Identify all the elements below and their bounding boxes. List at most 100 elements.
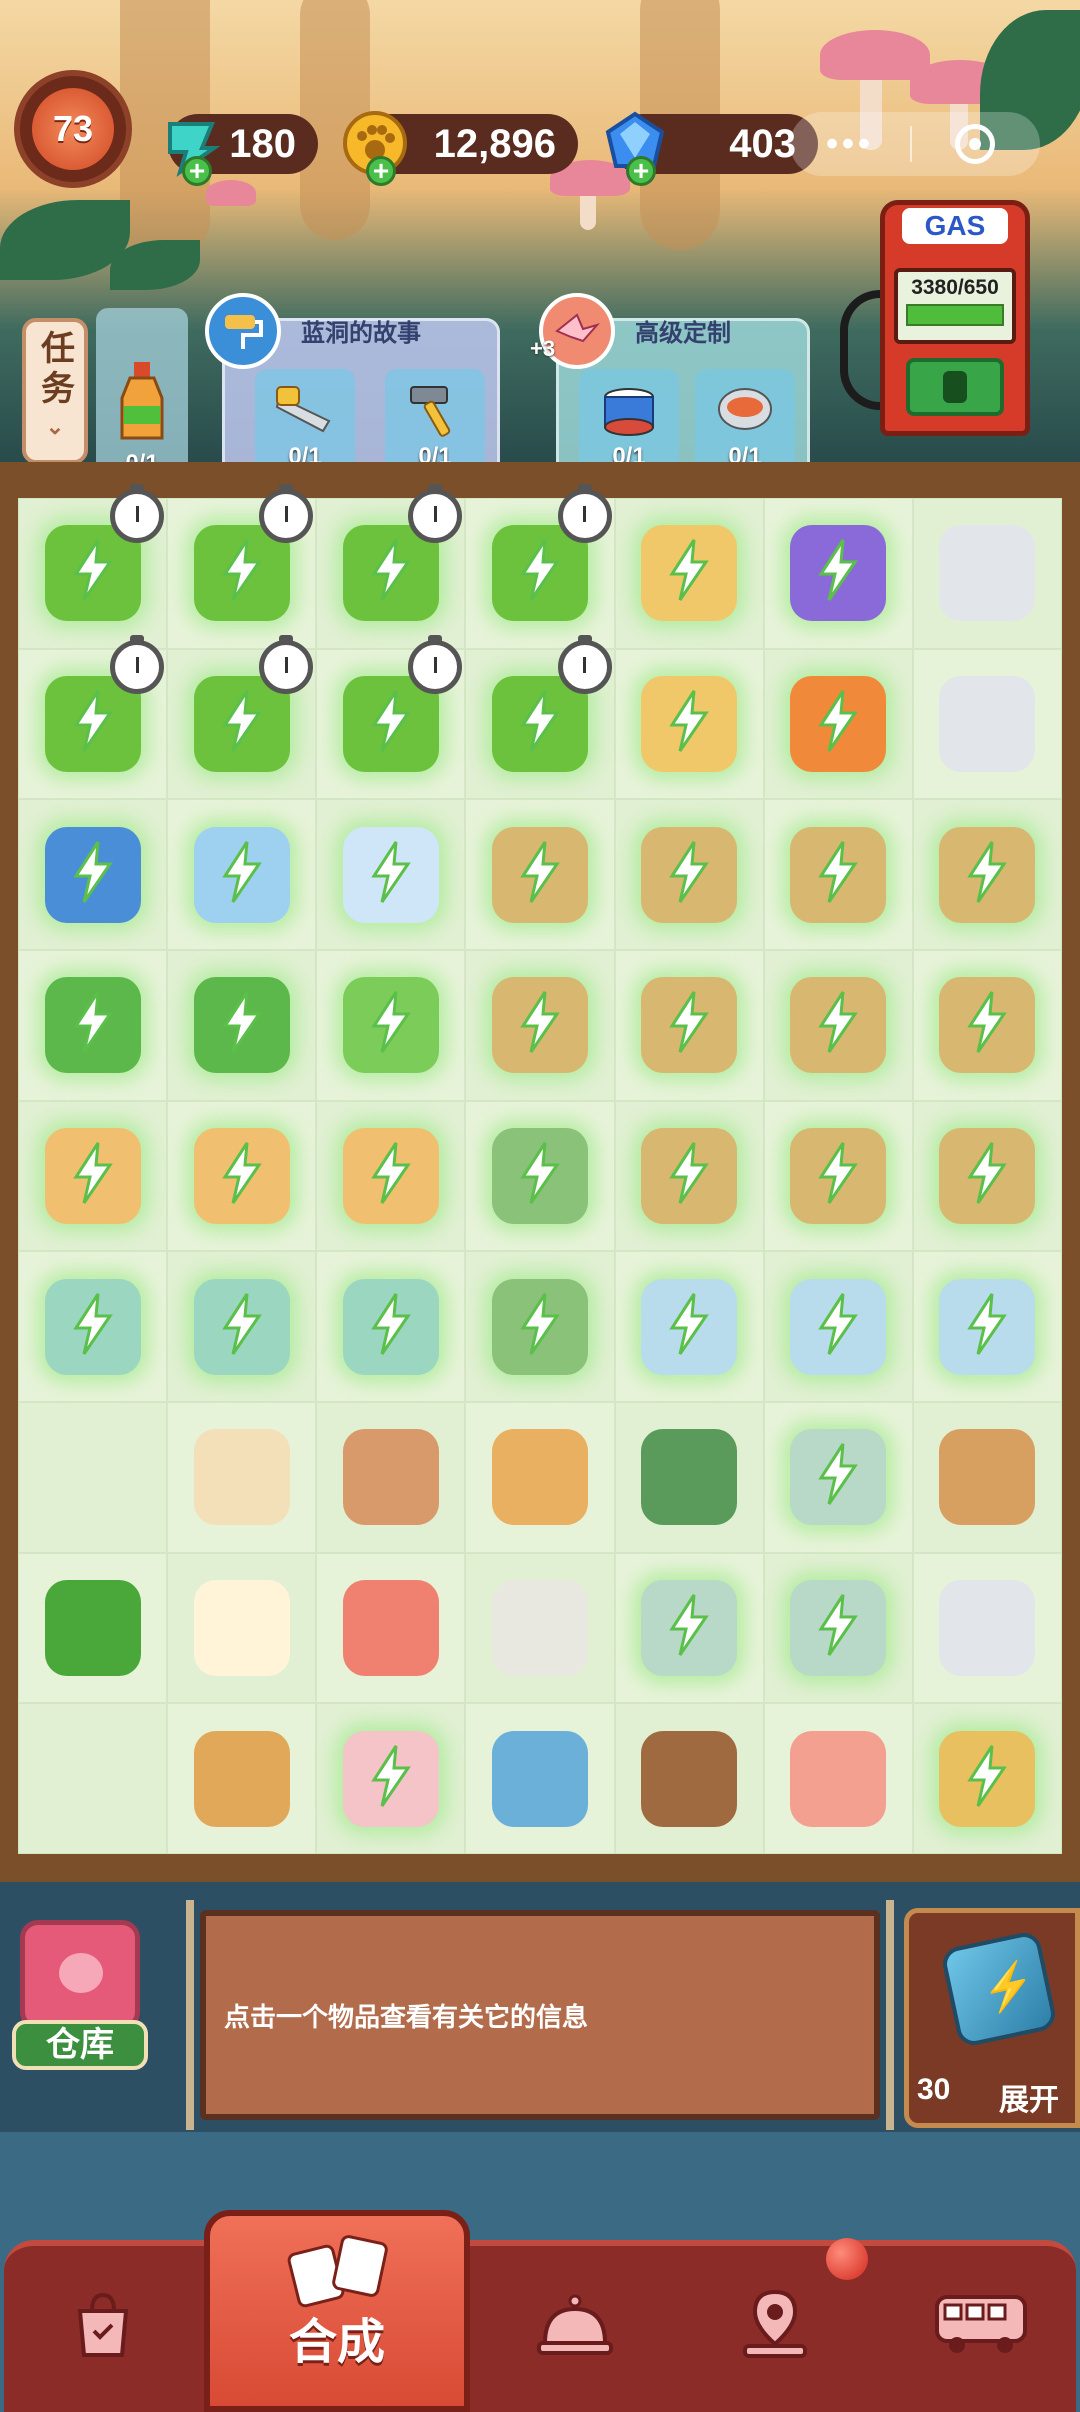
hotpot-icon[interactable] [44,1278,141,1375]
jar-icon[interactable] [342,1730,439,1827]
board-cell[interactable] [465,1402,615,1553]
board-cell[interactable] [614,799,764,950]
warehouse-button[interactable]: 仓库 [12,1920,148,2070]
gold-bag-icon[interactable] [641,675,738,772]
puzzle-pieces-icon[interactable] [491,1730,588,1827]
close-target-button[interactable] [912,124,1038,164]
board-cell[interactable] [18,484,168,649]
board-cell[interactable] [465,484,615,649]
board-cell[interactable] [614,1100,764,1252]
egg-icon[interactable] [193,1579,290,1676]
board-cell[interactable] [465,1703,615,1854]
board-cell[interactable] [912,1703,1062,1854]
tree-icon[interactable] [44,977,141,1074]
board-cell[interactable] [465,799,615,950]
add-energy-icon[interactable]: + [182,156,212,186]
board-cell[interactable] [763,1100,913,1252]
board-cell[interactable] [18,799,168,950]
notepad-icon[interactable] [342,826,439,923]
board-cell[interactable] [167,1402,317,1553]
board-cell[interactable] [614,648,764,800]
nav-bus[interactable] [906,2264,1056,2384]
skewer-pot-icon[interactable] [790,1579,887,1676]
board-cell[interactable] [316,634,466,800]
printer-icon[interactable] [939,1579,1036,1676]
board-cell[interactable] [912,799,1062,950]
herb-board-icon[interactable] [939,1429,1036,1526]
meatball-icon[interactable] [342,1429,439,1526]
board-cell[interactable] [763,1552,913,1704]
board-cell[interactable] [614,950,764,1101]
order-slot-hammer[interactable]: 0/1 [385,369,485,473]
delivery-drone-icon[interactable] [491,977,588,1074]
hotpot-icon[interactable] [342,1278,439,1375]
scallion-pancake-icon[interactable] [491,1429,588,1526]
board-cell[interactable] [316,950,466,1101]
board-cell[interactable] [912,1552,1062,1704]
notebook-icon[interactable] [193,826,290,923]
fridge-icon[interactable] [641,1278,738,1375]
soup-bowl-icon[interactable] [491,1579,588,1676]
snack-cabinet-icon[interactable] [193,1127,290,1224]
energy-counter[interactable]: 180 + [168,114,318,186]
add-coins-icon[interactable]: + [366,156,396,186]
order-group-premium-custom[interactable]: 高级定制 0/1 0/1 [539,293,810,478]
printer-icon[interactable] [939,675,1036,772]
fridge-icon[interactable] [939,1278,1036,1375]
board-cell[interactable] [763,1402,913,1553]
board-cell[interactable] [316,1402,466,1553]
board-cell[interactable] [912,950,1062,1101]
board-cell[interactable] [316,1703,466,1854]
delivery-drone-icon[interactable] [790,826,887,923]
tree-icon[interactable] [193,977,290,1074]
add-gems-icon[interactable]: + [626,156,656,186]
delivery-drone-icon[interactable] [641,977,738,1074]
more-options-button[interactable]: ••• [790,125,910,164]
board-cell[interactable] [912,498,1062,649]
snack-cabinet-icon[interactable] [44,1127,141,1224]
delivery-drone-icon[interactable] [641,826,738,923]
snack-cabinet-icon[interactable] [342,1127,439,1224]
board-cell[interactable] [18,1703,168,1854]
board-cell[interactable] [167,799,317,950]
coin-counter[interactable]: 12,896 + [343,111,578,186]
board-cell[interactable] [167,1552,317,1704]
gas-pump[interactable]: GAS 3380/650 [840,200,1030,440]
delivery-scooter-icon[interactable] [491,1127,588,1224]
nav-shop-bag[interactable] [28,2264,178,2384]
board-cell[interactable] [912,1402,1062,1553]
wall-shelf-icon[interactable] [641,1730,738,1827]
order-slot-canned-fish[interactable]: 0/1 [695,369,795,473]
skewer-pot-icon[interactable] [641,1579,738,1676]
board-cell[interactable] [18,1251,168,1402]
delivery-drone-icon[interactable] [790,977,887,1074]
board-cell[interactable] [763,799,913,950]
board-cell[interactable] [316,799,466,950]
delivery-drone-icon[interactable] [939,977,1036,1074]
board-cell[interactable] [465,1552,615,1704]
tofu-icon[interactable] [193,1429,290,1526]
board-cell[interactable] [912,648,1062,800]
board-cell[interactable] [763,1703,913,1854]
board-cell[interactable] [18,634,168,800]
hotpot-icon[interactable] [193,1278,290,1375]
delivery-scooter-icon[interactable] [491,1278,588,1375]
delivery-drone-icon[interactable] [491,826,588,923]
board-cell[interactable] [18,1100,168,1252]
board-cell[interactable] [316,1251,466,1402]
board-cell[interactable] [316,1552,466,1704]
task-tab[interactable]: 任务 ⌄ [22,318,88,464]
board-cell[interactable] [167,634,317,800]
board-cell[interactable] [465,634,615,800]
sapling-icon[interactable] [342,977,439,1074]
board-cell[interactable] [614,1703,764,1854]
board-cell[interactable] [167,1100,317,1252]
nav-service-bell[interactable] [500,2264,650,2384]
board-cell[interactable] [316,1100,466,1252]
rainbow-feather-icon[interactable] [790,675,887,772]
order-slot-saw[interactable]: 0/1 [255,369,355,473]
board-cell[interactable] [167,1703,317,1854]
board-cell[interactable] [763,498,913,649]
order-card-sauce[interactable]: 0/1 [96,308,188,480]
delivery-drone-icon[interactable] [641,1127,738,1224]
